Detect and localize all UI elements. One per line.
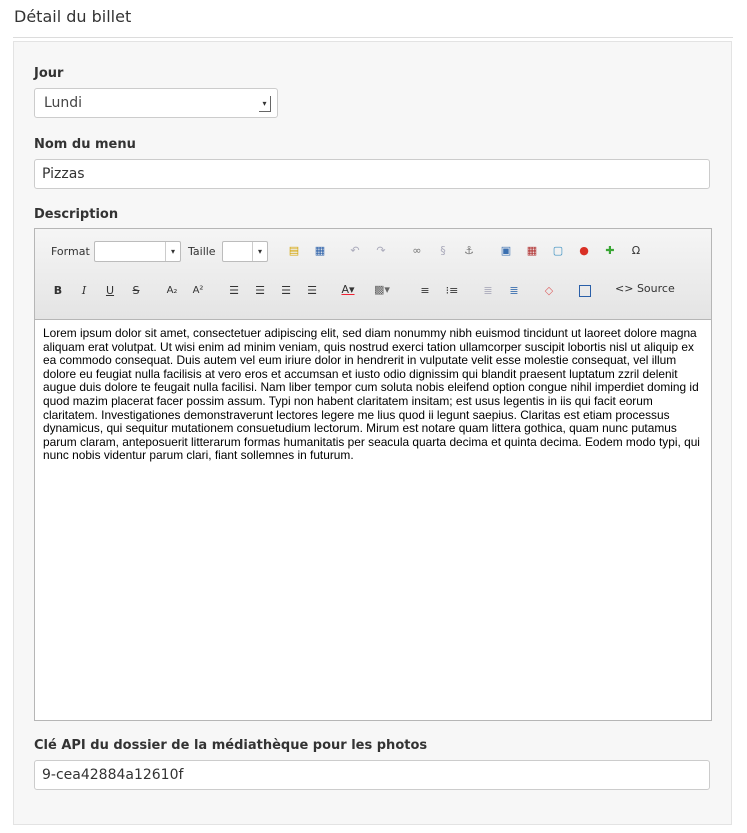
anchor-icon[interactable]: ⚓ [460, 242, 478, 260]
align-right-icon[interactable]: ☰ [277, 282, 295, 300]
numbered-list-icon[interactable]: ≡ [416, 282, 434, 300]
paste-text-icon[interactable]: ▤ [285, 242, 303, 260]
bg-color-icon[interactable]: ▩▾ [373, 281, 391, 299]
title-divider [13, 37, 733, 38]
editor-toolbar: Format ▾ Taille ▾ ▤ ▦ ↶ ↷ ∞ § ⚓ ▣ ▦ ▢ ● … [35, 229, 711, 320]
day-label: Jour [34, 66, 64, 81]
omega-icon[interactable]: Ω [627, 242, 645, 260]
api-key-label: Clé API du dossier de la médiathèque pou… [34, 738, 428, 753]
eraser-icon[interactable]: ◇ [540, 282, 558, 300]
video-icon[interactable]: ▦ [523, 242, 541, 260]
link-icon[interactable]: ∞ [408, 242, 426, 260]
code-icon: <> [615, 282, 634, 295]
api-key-input[interactable] [34, 760, 710, 790]
underline-button[interactable]: U [101, 282, 119, 300]
chevron-down-icon[interactable]: ▾ [259, 96, 271, 112]
strike-button[interactable]: S [127, 282, 145, 300]
day-select[interactable]: Lundi ▾ [34, 88, 278, 118]
chevron-down-icon: ▾ [165, 242, 180, 261]
format-combo[interactable]: ▾ [94, 241, 181, 262]
indent-icon[interactable]: ≣ [505, 282, 523, 300]
italic-button[interactable]: I [75, 282, 93, 300]
iframe-icon[interactable]: ▢ [549, 242, 567, 260]
map-pin-icon[interactable]: ● [575, 242, 593, 260]
source-button[interactable]: <> Source [615, 282, 675, 295]
size-combo[interactable]: ▾ [222, 241, 268, 262]
page-title: Détail du billet [14, 7, 132, 26]
plugin-icon[interactable]: ✚ [601, 242, 619, 260]
day-select-value: Lundi [44, 95, 83, 111]
align-center-icon[interactable]: ☰ [251, 282, 269, 300]
rich-text-editor: Format ▾ Taille ▾ ▤ ▦ ↶ ↷ ∞ § ⚓ ▣ ▦ ▢ ● … [34, 228, 712, 721]
align-left-icon[interactable]: ☰ [225, 282, 243, 300]
source-label: Source [636, 282, 675, 295]
format-label: Format [51, 245, 90, 258]
paste-word-icon[interactable]: ▦ [311, 242, 329, 260]
image-icon[interactable]: ▣ [497, 242, 515, 260]
redo-icon[interactable]: ↷ [372, 242, 390, 260]
unlink-icon[interactable]: § [434, 242, 452, 260]
justify-icon[interactable]: ☰ [303, 282, 321, 300]
size-label: Taille [188, 245, 216, 258]
editor-content[interactable]: Lorem ipsum dolor sit amet, consectetuer… [43, 326, 703, 463]
maximize-icon[interactable] [576, 282, 594, 300]
text-color-icon[interactable]: A▾ [339, 281, 357, 299]
bold-button[interactable]: B [49, 282, 67, 300]
outdent-icon[interactable]: ≣ [479, 282, 497, 300]
menu-name-label: Nom du menu [34, 137, 136, 152]
chevron-down-icon: ▾ [252, 242, 267, 261]
menu-name-input[interactable] [34, 159, 710, 189]
subscript-button[interactable]: A₂ [163, 282, 181, 300]
superscript-button[interactable]: A² [189, 282, 207, 300]
bulleted-list-icon[interactable]: ⁝≡ [443, 282, 461, 300]
description-label: Description [34, 207, 119, 222]
undo-icon[interactable]: ↶ [346, 242, 364, 260]
